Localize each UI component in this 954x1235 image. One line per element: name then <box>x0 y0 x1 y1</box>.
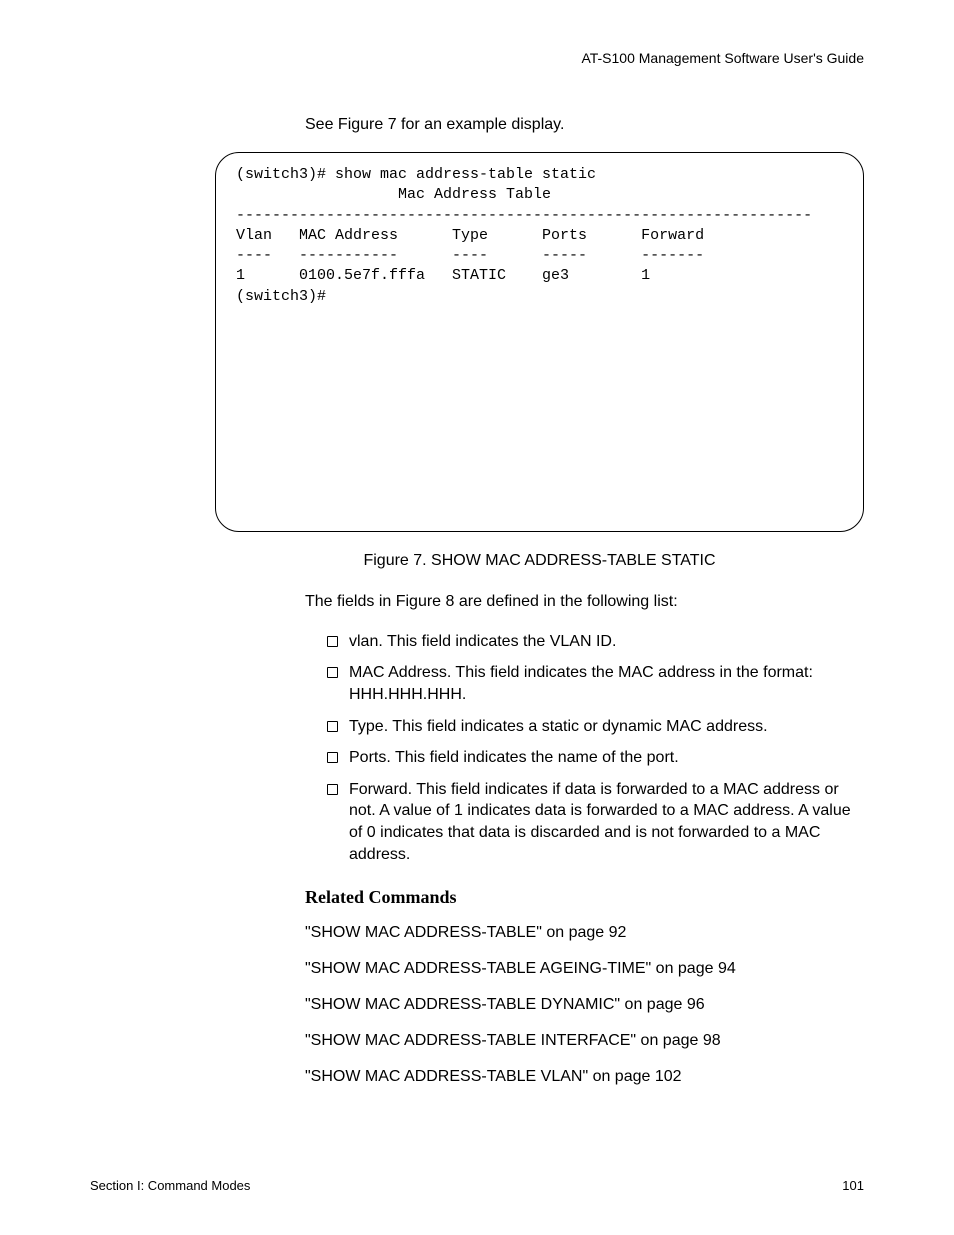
field-definition-list: vlan. This field indicates the VLAN ID. … <box>305 631 864 865</box>
fields-intro: The fields in Figure 8 are defined in th… <box>305 592 864 613</box>
related-link[interactable]: "SHOW MAC ADDRESS-TABLE VLAN" on page 10… <box>305 1068 864 1086</box>
list-item: vlan. This field indicates the VLAN ID. <box>327 631 864 653</box>
terminal-output-box: (switch3)# show mac address-table static… <box>215 152 864 532</box>
list-item: Type. This field indicates a static or d… <box>327 716 864 738</box>
intro-paragraph: See Figure 7 for an example display. <box>305 116 864 134</box>
related-link[interactable]: "SHOW MAC ADDRESS-TABLE INTERFACE" on pa… <box>305 1032 864 1050</box>
figure-caption: Figure 7. SHOW MAC ADDRESS-TABLE STATIC <box>215 552 864 570</box>
related-commands-heading: Related Commands <box>305 887 864 908</box>
page-number: 101 <box>842 1178 864 1193</box>
list-item: Ports. This field indicates the name of … <box>327 747 864 769</box>
footer-section-label: Section I: Command Modes <box>90 1178 250 1193</box>
running-header: AT-S100 Management Software User's Guide <box>90 50 864 66</box>
related-link[interactable]: "SHOW MAC ADDRESS-TABLE" on page 92 <box>305 924 864 942</box>
list-item: MAC Address. This field indicates the MA… <box>327 662 864 705</box>
related-link[interactable]: "SHOW MAC ADDRESS-TABLE AGEING-TIME" on … <box>305 960 864 978</box>
related-link[interactable]: "SHOW MAC ADDRESS-TABLE DYNAMIC" on page… <box>305 996 864 1014</box>
list-item: Forward. This field indicates if data is… <box>327 779 864 865</box>
